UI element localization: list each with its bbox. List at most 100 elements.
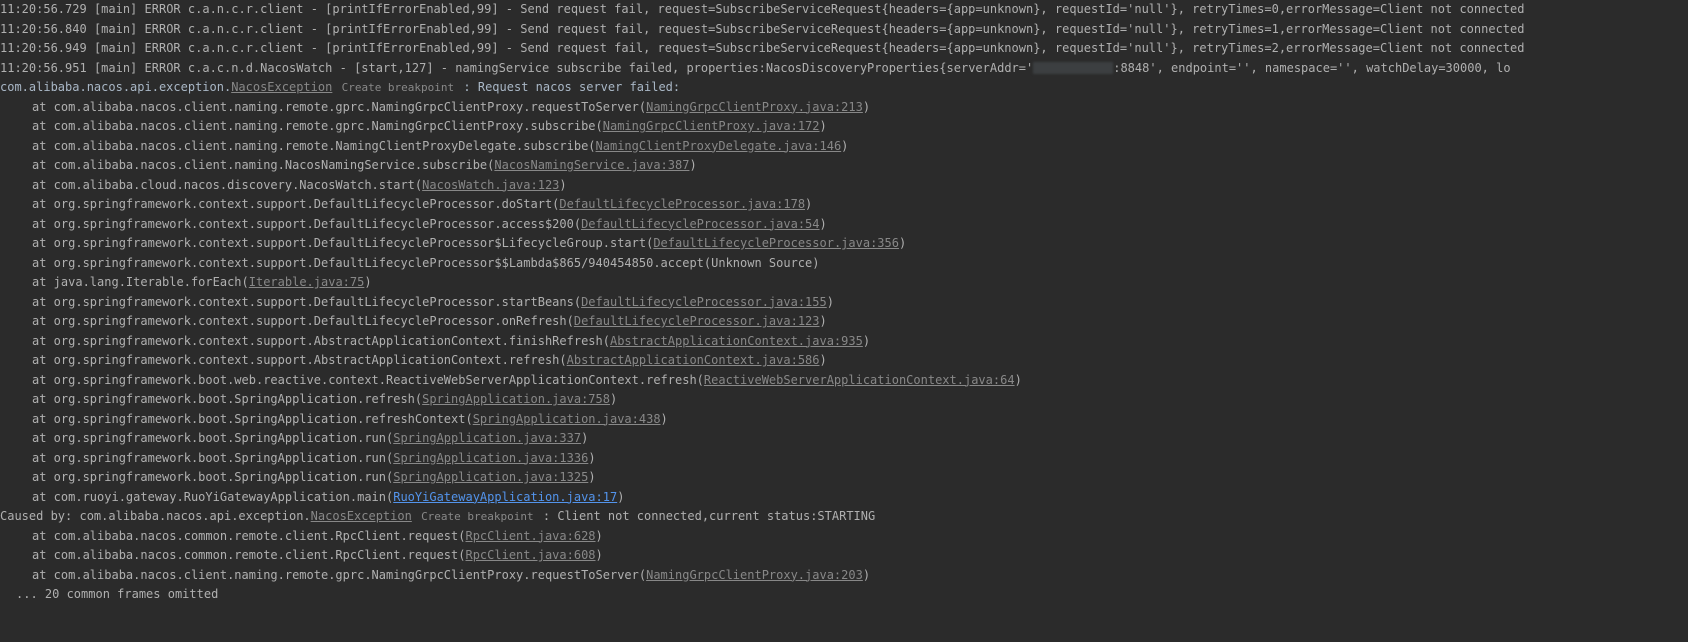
caused-by-message: : Client not connected,current status:ST…: [536, 509, 876, 523]
log-logger: c.a.n.c.r.client: [188, 41, 304, 55]
console-line: at com.alibaba.cloud.nacos.discovery.Nac…: [0, 176, 1688, 196]
log-timestamp: 11:20:56.949: [0, 41, 87, 55]
stack-source-link[interactable]: SpringApplication.java:1336: [393, 451, 588, 465]
stack-method: at org.springframework.context.support.A…: [32, 334, 610, 348]
console-line: at com.ruoyi.gateway.RuoYiGatewayApplica…: [0, 488, 1688, 508]
stack-tail: ): [596, 548, 603, 562]
stack-method: at org.springframework.context.support.D…: [32, 314, 574, 328]
console-line: at com.alibaba.nacos.client.naming.Nacos…: [0, 156, 1688, 176]
stack-tail: ): [899, 236, 906, 250]
exception-link[interactable]: NacosException: [231, 80, 332, 94]
stack-method: at org.springframework.boot.web.reactive…: [32, 373, 704, 387]
stack-source-link[interactable]: DefaultLifecycleProcessor.java:54: [581, 217, 819, 231]
log-thread: [main]: [94, 41, 137, 55]
console-line: at org.springframework.context.support.D…: [0, 293, 1688, 313]
stack-tail: ): [661, 412, 668, 426]
stack-source-link[interactable]: SpringApplication.java:337: [393, 431, 581, 445]
console-line: at org.springframework.context.support.D…: [0, 215, 1688, 235]
stack-source-link[interactable]: RuoYiGatewayApplication.java:17: [393, 490, 617, 504]
stack-source-link[interactable]: AbstractApplicationContext.java:935: [610, 334, 863, 348]
stack-source-link[interactable]: NamingClientProxyDelegate.java:146: [596, 139, 842, 153]
stack-source-link[interactable]: NacosNamingService.java:387: [494, 158, 689, 172]
console-line: at org.springframework.context.support.D…: [0, 234, 1688, 254]
stack-tail: ): [805, 197, 812, 211]
console-line: at org.springframework.boot.SpringApplic…: [0, 390, 1688, 410]
stack-source-link[interactable]: DefaultLifecycleProcessor.java:123: [574, 314, 820, 328]
log-logger: c.a.n.c.r.client: [188, 2, 304, 16]
stack-method: at com.alibaba.nacos.client.naming.Nacos…: [32, 158, 494, 172]
stack-source-link[interactable]: SpringApplication.java:758: [422, 392, 610, 406]
stack-source-link[interactable]: NamingGrpcClientProxy.java:203: [646, 568, 863, 582]
stack-method: at com.alibaba.nacos.client.naming.remot…: [32, 139, 596, 153]
caused-by-prefix: Caused by: com.alibaba.nacos.api.excepti…: [0, 509, 311, 523]
stack-method: at org.springframework.boot.SpringApplic…: [32, 412, 473, 426]
console-line: at com.alibaba.nacos.common.remote.clien…: [0, 546, 1688, 566]
log-level: ERROR: [145, 41, 181, 55]
exception-link[interactable]: NacosException: [311, 509, 412, 523]
console-line: at org.springframework.boot.SpringApplic…: [0, 449, 1688, 469]
console-output: 11:20:56.729 [main] ERROR c.a.n.c.r.clie…: [0, 0, 1688, 605]
stack-method: at org.springframework.context.support.D…: [32, 197, 559, 211]
console-line: 11:20:56.951 [main] ERROR c.a.c.n.d.Naco…: [0, 59, 1688, 79]
stack-method: at com.alibaba.nacos.common.remote.clien…: [32, 529, 465, 543]
log-timestamp: 11:20:56.840: [0, 22, 87, 36]
stack-tail: ): [610, 392, 617, 406]
console-line: 11:20:56.729 [main] ERROR c.a.n.c.r.clie…: [0, 0, 1688, 20]
stack-tail: ): [820, 217, 827, 231]
log-location: [printIfErrorEnabled,99]: [325, 41, 498, 55]
log-timestamp: 11:20:56.729: [0, 2, 87, 16]
log-location: [printIfErrorEnabled,99]: [325, 2, 498, 16]
console-line: at org.springframework.boot.web.reactive…: [0, 371, 1688, 391]
create-breakpoint-link[interactable]: Create breakpoint: [419, 510, 536, 523]
stack-method: at org.springframework.boot.SpringApplic…: [32, 431, 393, 445]
stack-source-link[interactable]: NacosWatch.java:123: [422, 178, 559, 192]
create-breakpoint-link[interactable]: Create breakpoint: [340, 81, 457, 94]
stack-source-link[interactable]: SpringApplication.java:1325: [393, 470, 588, 484]
stack-tail: ): [863, 568, 870, 582]
stack-tail: ): [596, 529, 603, 543]
stack-source-link[interactable]: RpcClient.java:628: [465, 529, 595, 543]
stack-source-link[interactable]: AbstractApplicationContext.java:586: [567, 353, 820, 367]
stack-tail: ): [841, 139, 848, 153]
console-line: at com.alibaba.nacos.client.naming.remot…: [0, 137, 1688, 157]
console-line: at org.springframework.boot.SpringApplic…: [0, 468, 1688, 488]
stack-source-link[interactable]: DefaultLifecycleProcessor.java:155: [581, 295, 827, 309]
stack-method: at com.alibaba.nacos.common.remote.clien…: [32, 548, 465, 562]
log-level: ERROR: [145, 22, 181, 36]
console-line: at java.lang.Iterable.forEach(Iterable.j…: [0, 273, 1688, 293]
log-thread: [main]: [94, 2, 137, 16]
console-line: at org.springframework.context.support.D…: [0, 312, 1688, 332]
frames-omitted: ... 20 common frames omitted: [16, 587, 218, 601]
stack-tail: ): [820, 314, 827, 328]
stack-method: at java.lang.Iterable.forEach(: [32, 275, 249, 289]
stack-method: at org.springframework.context.support.D…: [32, 236, 653, 250]
console-line: 11:20:56.949 [main] ERROR c.a.n.c.r.clie…: [0, 39, 1688, 59]
log-level: ERROR: [145, 2, 181, 16]
stack-tail: ): [617, 490, 624, 504]
stack-method: at org.springframework.boot.SpringApplic…: [32, 470, 393, 484]
stack-source-link[interactable]: NamingGrpcClientProxy.java:172: [603, 119, 820, 133]
stack-tail: ): [863, 334, 870, 348]
stack-tail: ): [827, 295, 834, 309]
stack-method: at com.alibaba.nacos.client.naming.remot…: [32, 100, 646, 114]
log-logger: c.a.n.c.r.client: [188, 22, 304, 36]
stack-source-link[interactable]: SpringApplication.java:438: [473, 412, 661, 426]
stack-source-link[interactable]: NamingGrpcClientProxy.java:213: [646, 100, 863, 114]
stack-source-link[interactable]: DefaultLifecycleProcessor.java:356: [653, 236, 899, 250]
console-line: at org.springframework.context.support.A…: [0, 351, 1688, 371]
log-level: ERROR: [145, 61, 181, 75]
stack-tail: ): [689, 158, 696, 172]
log-logger: c.a.c.n.d.NacosWatch: [188, 61, 333, 75]
stack-method: at com.alibaba.nacos.client.naming.remot…: [32, 568, 646, 582]
stack-source-link[interactable]: DefaultLifecycleProcessor.java:178: [559, 197, 805, 211]
stack-method: at org.springframework.context.support.D…: [32, 217, 581, 231]
stack-source-link[interactable]: RpcClient.java:608: [465, 548, 595, 562]
stack-source-link[interactable]: Iterable.java:75: [249, 275, 365, 289]
stack-method: at org.springframework.boot.SpringApplic…: [32, 451, 393, 465]
stack-source-link[interactable]: ReactiveWebServerApplicationContext.java…: [704, 373, 1015, 387]
log-thread: [main]: [94, 61, 137, 75]
log-location: [printIfErrorEnabled,99]: [325, 22, 498, 36]
console-line: at com.alibaba.nacos.client.naming.remot…: [0, 566, 1688, 586]
log-message: Send request fail, request=SubscribeServ…: [520, 2, 1524, 16]
log-message: Send request fail, request=SubscribeServ…: [520, 22, 1524, 36]
